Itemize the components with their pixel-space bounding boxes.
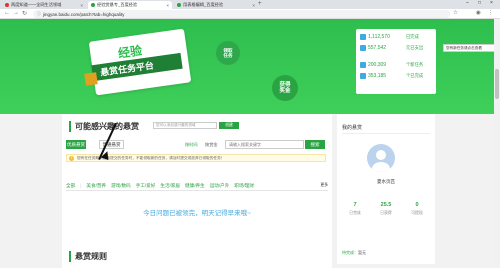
- pending-value: 暂无: [358, 250, 366, 255]
- rules-panel: 悬赏规则: [62, 246, 332, 268]
- window-close-icon[interactable]: ×: [490, 0, 493, 6]
- url-text: jingyan.baidu.com/patch?tab=highquality: [43, 11, 125, 17]
- stat-label: 已获得: [380, 211, 392, 215]
- divider: [66, 190, 328, 191]
- search-input[interactable]: [225, 140, 304, 149]
- category-item[interactable]: 职场/理财: [234, 183, 254, 189]
- close-icon[interactable]: ×: [166, 3, 169, 8]
- category-item[interactable]: 健康/养生: [185, 183, 205, 189]
- main-panel: 可能感兴趣的悬赏 您可以添加感兴趣的领域 创建 优质悬赏 普通悬赏 按时间 按赏…: [62, 114, 332, 264]
- category-divider: |: [80, 183, 82, 188]
- favicon-icon: [5, 3, 9, 7]
- stats-panel: 1,112,570 已完成 557,542 元已支出 200,309 个新任务 …: [356, 29, 436, 94]
- forward-icon[interactable]: →: [13, 10, 19, 16]
- category-item[interactable]: 生活/家居: [160, 183, 180, 189]
- reload-icon[interactable]: ↻: [22, 10, 27, 17]
- category-item[interactable]: 手工/爱好: [136, 183, 156, 189]
- maximize-icon[interactable]: □: [478, 0, 481, 6]
- badge-label: 领取 任务: [223, 47, 233, 58]
- stat-label: 元已支出: [406, 45, 424, 50]
- notification-popup[interactable]: 您有新任务请点击查看: [443, 44, 500, 52]
- address-bar: ← → ↻ ⓘ jingyan.baidu.com/patch?tab=high…: [0, 9, 500, 19]
- stat-value: 557,542: [368, 45, 387, 51]
- category-bar: 全部 | 美食/营养 游戏/数码 手工/爱好 生活/家居 健康/养生 运动/户外…: [66, 181, 328, 190]
- menu-icon[interactable]: ⋮: [488, 10, 494, 16]
- empty-message: 今日问题已被领完，明天记得早来哦~: [143, 210, 251, 217]
- stat-label: 已完成: [349, 211, 361, 215]
- search-button[interactable]: 搜索: [305, 140, 325, 149]
- new-tab-icon[interactable]: +: [258, 1, 262, 7]
- tab-title: 用表格编辑_百度经验: [183, 2, 224, 7]
- hint-text: 您可以添加感兴趣的领域: [156, 123, 196, 127]
- more-categories-button[interactable]: 更多: [320, 183, 328, 188]
- browser-tab-3[interactable]: 用表格编辑_百度经验 ×: [174, 1, 258, 9]
- task-icon: [360, 34, 366, 40]
- claim-task-badge: 领取 任务: [216, 41, 240, 65]
- account-icon[interactable]: ◉: [476, 10, 481, 16]
- pending-label: 待完成：: [342, 250, 358, 255]
- stat-value: 200,309: [368, 62, 387, 68]
- stat-value: 25.5: [380, 202, 392, 208]
- back-icon[interactable]: ←: [4, 10, 10, 16]
- url-field[interactable]: ⓘ jingyan.baidu.com/patch?tab=highqualit…: [33, 10, 450, 18]
- pending-info: 待完成：暂无: [342, 250, 366, 256]
- favicon-icon: [177, 3, 181, 7]
- stat-value: 1,112,570: [368, 34, 390, 40]
- info-icon[interactable]: ⓘ: [37, 11, 41, 17]
- category-item[interactable]: 运动/户外: [210, 183, 230, 189]
- avatar-body: [372, 162, 390, 172]
- browser-tab-1[interactable]: 两度知道——全网生活领域 ×: [2, 1, 86, 9]
- scrollbar[interactable]: [494, 19, 500, 268]
- sidebar-title: 我的悬赏: [342, 125, 363, 131]
- category-item[interactable]: 全部: [66, 183, 75, 189]
- rules-title: 悬赏规则: [69, 251, 107, 262]
- browser-tabbar: 两度知道——全网生活领域 × 经验赏悬专_百度经验 × 用表格编辑_百度经验 ×…: [0, 0, 500, 9]
- section-title: 可能感兴趣的悬赏: [69, 121, 139, 132]
- warning-icon: !: [69, 156, 74, 161]
- minimize-icon[interactable]: –: [466, 0, 469, 6]
- money-icon: [360, 45, 366, 51]
- category-item[interactable]: 美食/营养: [86, 183, 106, 189]
- close-icon[interactable]: ×: [252, 3, 255, 8]
- scrollbar-thumb[interactable]: [495, 69, 499, 99]
- close-icon[interactable]: ×: [80, 3, 83, 8]
- create-button[interactable]: 创建: [219, 122, 239, 129]
- category-item[interactable]: 游戏/数码: [111, 183, 131, 189]
- badge-label: 获得 奖金: [279, 81, 291, 94]
- stat-value: 0: [415, 202, 419, 208]
- username[interactable]: 夏水页匹: [337, 179, 435, 185]
- sort-by-time[interactable]: 按时间: [185, 142, 198, 148]
- new-task-icon: [360, 62, 366, 68]
- hero-banner: 经验 悬赏任务平台 领取 任务 获得 奖金 1,112,570 已完成 557,…: [0, 19, 500, 114]
- stat-label: 已完成: [406, 34, 419, 39]
- stat-label: 可提现: [411, 211, 423, 215]
- stat-value: 7: [353, 202, 357, 208]
- tab-quality-reward[interactable]: 优质悬赏: [66, 140, 86, 149]
- get-reward-badge: 获得 奖金: [272, 75, 298, 101]
- popup-text: 您有新任务请点击查看: [446, 45, 482, 50]
- tab-title: 经验赏悬专_百度经验: [97, 2, 138, 7]
- done-icon: [360, 73, 366, 79]
- avatar[interactable]: [367, 144, 395, 172]
- star-icon[interactable]: ☆: [453, 10, 458, 16]
- avatar-head: [376, 150, 386, 160]
- banner-title: 经验: [117, 43, 143, 61]
- stat-label: 个已完成: [406, 73, 424, 78]
- favicon-icon: [91, 3, 95, 7]
- divider: [342, 133, 430, 134]
- browser-tab-2[interactable]: 经验赏悬专_百度经验 ×: [88, 1, 172, 9]
- my-reward-panel: 我的悬赏 夏水页匹 7 25.5 0 已完成 已获得 可提现 待完成：暂无: [337, 114, 435, 264]
- sort-by-reward[interactable]: 按赏金: [205, 142, 218, 148]
- ribbon-icon: [84, 72, 98, 86]
- interest-hint[interactable]: 您可以添加感兴趣的领域: [153, 122, 217, 129]
- tab-title: 两度知道——全网生活领域: [11, 2, 62, 7]
- stat-value: 353,185: [368, 73, 387, 79]
- stat-label: 个新任务: [406, 62, 424, 67]
